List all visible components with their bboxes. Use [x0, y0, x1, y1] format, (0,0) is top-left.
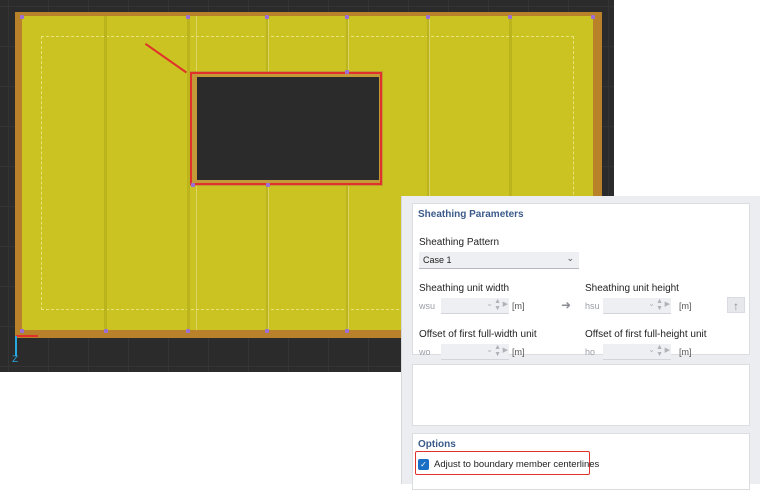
sheathing-unit-width-input[interactable]: ⌄ ▲ ▼ ▶	[441, 298, 509, 314]
play-icon[interactable]: ▶	[503, 346, 508, 354]
unit-label: [m]	[679, 347, 692, 357]
chevron-down-icon[interactable]: ⌄	[648, 345, 655, 354]
play-icon[interactable]: ▶	[665, 300, 670, 308]
node[interactable]	[104, 329, 108, 333]
node[interactable]	[265, 15, 269, 19]
unit-height-symbol: hsu	[585, 301, 600, 311]
z-axis-label: Z	[12, 355, 19, 365]
chevron-down-icon[interactable]: ⌄	[486, 299, 493, 308]
node[interactable]	[20, 15, 24, 19]
node[interactable]	[508, 15, 512, 19]
node[interactable]	[266, 183, 270, 187]
stud[interactable]	[104, 16, 107, 330]
offset-width-label: Offset of first full-width unit	[419, 329, 537, 340]
z-axis-indicator	[15, 336, 17, 356]
spinner-icon[interactable]: ▲ ▼	[656, 344, 663, 358]
play-icon[interactable]: ▶	[665, 346, 670, 354]
play-icon[interactable]: ▶	[503, 300, 508, 308]
node[interactable]	[186, 15, 190, 19]
sheathing-parameters-section: Sheathing Parameters Sheathing Pattern C…	[412, 203, 750, 360]
arrow-up-icon[interactable]: ↑	[727, 297, 745, 313]
node[interactable]	[345, 70, 349, 74]
opening-highlight	[190, 72, 382, 185]
section-title: Sheathing Parameters	[418, 209, 524, 220]
sheathing-unit-height-label: Sheathing unit height	[585, 283, 679, 294]
offset-height-symbol: ho	[585, 347, 596, 357]
unit-width-symbol: wsu	[419, 301, 436, 311]
offset-width-symbol: wo	[419, 347, 431, 357]
arrow-right-icon[interactable]: ➜	[557, 297, 575, 313]
node[interactable]	[265, 329, 269, 333]
node[interactable]	[186, 329, 190, 333]
chevron-down-icon[interactable]: ⌄	[486, 345, 493, 354]
offset-height-label: Offset of first full-height unit	[585, 329, 707, 340]
node[interactable]	[345, 15, 349, 19]
sheathing-pattern-label: Sheathing Pattern	[419, 237, 500, 248]
spinner-icon[interactable]: ▲ ▼	[494, 344, 501, 358]
chevron-down-icon: ⌄	[566, 253, 574, 263]
spinner-icon[interactable]: ▲ ▼	[656, 298, 663, 312]
chevron-down-icon[interactable]: ⌄	[648, 299, 655, 308]
options-section: Options ✓ Adjust to boundary member cent…	[412, 433, 750, 490]
node[interactable]	[426, 15, 430, 19]
node[interactable]	[20, 329, 24, 333]
offset-width-input[interactable]: ⌄ ▲ ▼ ▶	[441, 344, 509, 360]
spinner-icon[interactable]: ▲ ▼	[494, 298, 501, 312]
sheathing-unit-height-input[interactable]: ⌄ ▲ ▼ ▶	[603, 298, 671, 314]
offset-height-input[interactable]: ⌄ ▲ ▼ ▶	[603, 344, 671, 360]
x-axis-indicator	[16, 335, 38, 337]
node[interactable]	[345, 329, 349, 333]
unit-label: [m]	[679, 301, 692, 311]
node[interactable]	[191, 183, 195, 187]
unit-label: [m]	[512, 301, 525, 311]
sheathing-pattern-select[interactable]: Case 1 ⌄	[419, 252, 579, 269]
adjust-checkbox[interactable]: ✓	[418, 459, 429, 470]
adjust-checkbox-label[interactable]: Adjust to boundary member centerlines	[434, 459, 599, 470]
section-title: Options	[418, 439, 456, 450]
properties-panel: Sheathing Parameters Sheathing Pattern C…	[401, 196, 760, 490]
node[interactable]	[591, 15, 595, 19]
unit-label: [m]	[512, 347, 525, 357]
sheathing-unit-width-label: Sheathing unit width	[419, 283, 510, 294]
preview-section	[412, 364, 750, 426]
